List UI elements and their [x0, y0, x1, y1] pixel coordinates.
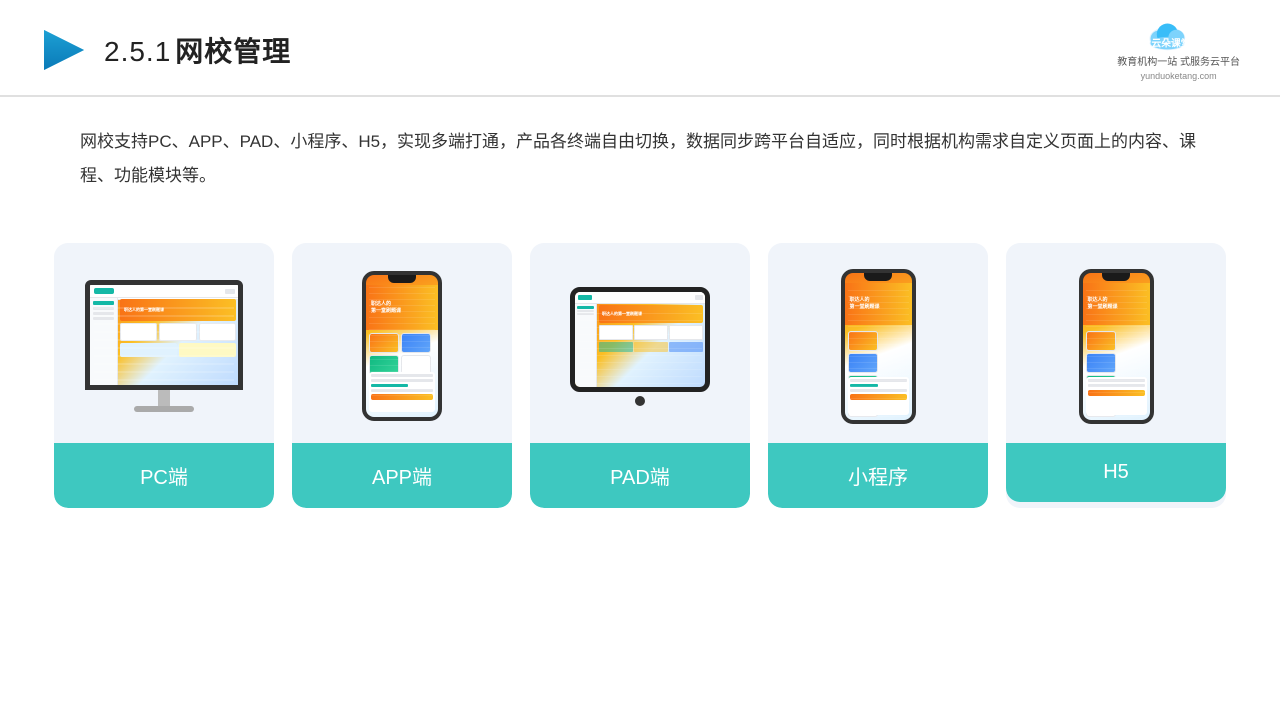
- card-pc-label: PC端: [54, 443, 274, 508]
- phone-banner-h5: 职达人的第一堂刷题课: [1083, 283, 1150, 325]
- card-pc-image: 职达人的第一堂刷题课: [54, 243, 274, 443]
- card-h5-label: H5: [1006, 443, 1226, 502]
- phone-device-mini: 职达人的第一堂刷题课: [841, 269, 916, 424]
- phone-banner-mini: 职达人的第一堂刷题课: [845, 283, 912, 325]
- phone-body-mini: 职达人的第一堂刷题课: [841, 269, 916, 424]
- phone-notch-mini: [864, 273, 892, 281]
- phone-body-h5: 职达人的第一堂刷题课: [1079, 269, 1154, 424]
- description-text: 网校支持PC、APP、PAD、小程序、H5，实现多端打通，产品各终端自由切换，数…: [80, 125, 1200, 193]
- card-miniprogram-image: 职达人的第一堂刷题课: [768, 243, 988, 443]
- cards-area: 职达人的第一堂刷题课: [0, 213, 1280, 508]
- card-miniprogram-label: 小程序: [768, 443, 988, 508]
- card-pad-image: 职达人的第一堂刷题课: [530, 243, 750, 443]
- phone-cards-mini: [848, 331, 909, 417]
- description: 网校支持PC、APP、PAD、小程序、H5，实现多端打通，产品各终端自由切换，数…: [0, 97, 1280, 203]
- svg-text:云朵课堂: 云朵课堂: [1151, 37, 1190, 50]
- phone-notch-app: [388, 275, 416, 283]
- card-app-image: 职达人的第一堂刷题课: [292, 243, 512, 443]
- logo-icon: 云朵课堂: [1139, 18, 1219, 54]
- card-h5: 职达人的第一堂刷题课: [1006, 243, 1226, 508]
- pad-device: 职达人的第一堂刷题课: [570, 287, 710, 406]
- logo-tagline: 教育机构一站 式服务云平台: [1117, 56, 1240, 70]
- phone-device-h5: 职达人的第一堂刷题课: [1079, 269, 1154, 424]
- play-icon: [40, 26, 88, 74]
- header: 2.5.1网校管理 云朵课堂 教育机构一站 式服务云平台 yunduoketan…: [0, 0, 1280, 97]
- monitor-screen: 职达人的第一堂刷题课: [85, 280, 243, 390]
- page-title: 2.5.1网校管理: [104, 30, 291, 70]
- monitor-foot: [134, 406, 194, 412]
- logo-domain: yunduoketang.com: [1141, 71, 1217, 81]
- card-h5-image: 职达人的第一堂刷题课: [1006, 243, 1226, 443]
- phone-screen-app: 职达人的第一堂刷题课: [366, 275, 438, 417]
- card-miniprogram: 职达人的第一堂刷题课: [768, 243, 988, 508]
- phone-cards-h5: [1086, 331, 1147, 417]
- phone-screen-mini: 职达人的第一堂刷题课: [845, 273, 912, 420]
- card-app-label: APP端: [292, 443, 512, 508]
- pad-body: 职达人的第一堂刷题课: [570, 287, 710, 392]
- logo-area: 云朵课堂 教育机构一站 式服务云平台 yunduoketang.com: [1117, 18, 1240, 81]
- pad-home-button: [635, 396, 645, 406]
- card-pc: 职达人的第一堂刷题课: [54, 243, 274, 508]
- header-left: 2.5.1网校管理: [40, 26, 291, 74]
- card-app: 职达人的第一堂刷题课: [292, 243, 512, 508]
- card-pad: 职达人的第一堂刷题课: [530, 243, 750, 508]
- phone-body-app: 职达人的第一堂刷题课: [362, 271, 442, 421]
- monitor-screen-inner: 职达人的第一堂刷题课: [90, 285, 238, 385]
- phone-screen-h5: 职达人的第一堂刷题课: [1083, 273, 1150, 420]
- phone-banner-app: 职达人的第一堂刷题课: [366, 285, 438, 330]
- phone-device-app: 职达人的第一堂刷题课: [362, 271, 442, 421]
- phone-notch-h5: [1102, 273, 1130, 281]
- card-pad-label: PAD端: [530, 443, 750, 508]
- monitor-device: 职达人的第一堂刷题课: [85, 280, 243, 412]
- monitor-stand: [158, 390, 170, 406]
- pad-screen: 职达人的第一堂刷题课: [575, 292, 705, 387]
- phone-cards-app: [369, 333, 435, 375]
